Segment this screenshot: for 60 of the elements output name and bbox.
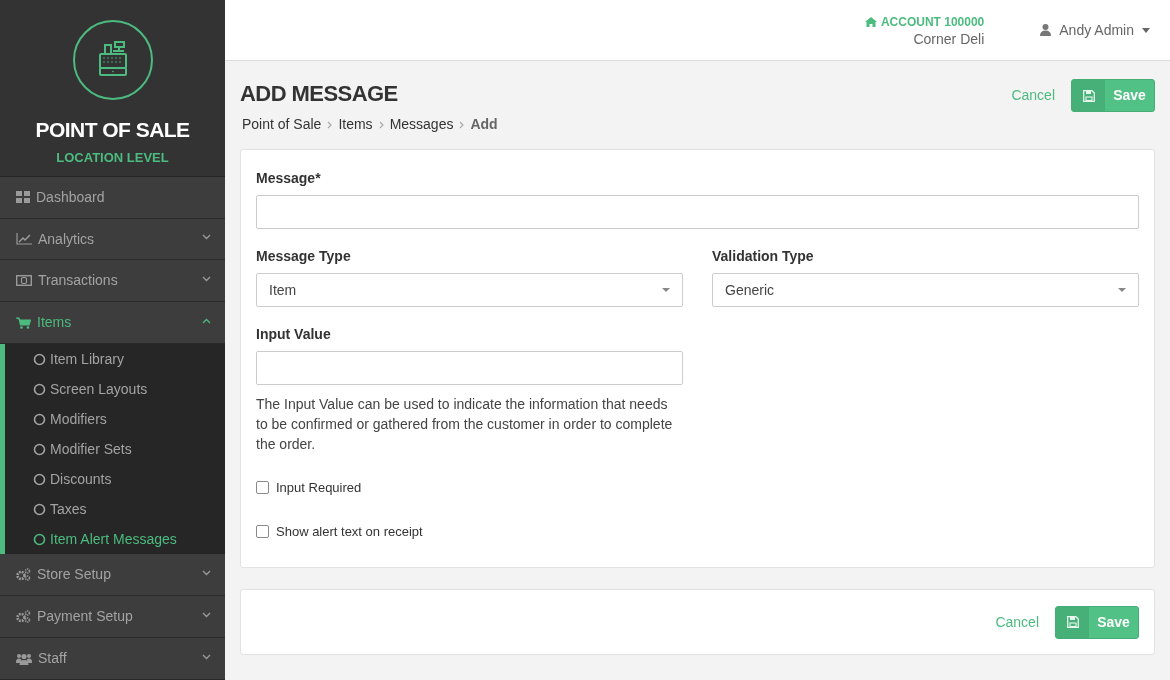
user-icon (1040, 24, 1052, 36)
users-icon (16, 652, 32, 665)
circle-icon (33, 502, 46, 516)
grid-icon (16, 191, 30, 204)
breadcrumb-item: Add (470, 115, 498, 134)
submenu-item[interactable]: Screen Layouts (5, 374, 225, 405)
input-value-field[interactable] (256, 351, 683, 385)
validation-type-select[interactable]: Generic (712, 273, 1139, 307)
submenu-item[interactable]: Modifiers (5, 404, 225, 435)
circle-icon (33, 412, 46, 426)
sidebar-item[interactable]: Dashboard (0, 176, 225, 219)
field-label: Input Value (256, 325, 332, 344)
submenu-item[interactable]: Item Library (5, 344, 225, 375)
line-chart-icon (16, 233, 32, 245)
cart-icon (16, 316, 31, 329)
submenu-item[interactable]: Modifier Sets (5, 434, 225, 465)
message-type-select[interactable]: Item (256, 273, 683, 307)
account-number: ACCOUNT 100000 (880, 14, 985, 31)
field-label: Message Type (256, 247, 352, 266)
checkbox[interactable] (256, 524, 269, 538)
sidebar-item[interactable]: Transactions (0, 260, 225, 303)
breadcrumb-item[interactable]: Messages (389, 114, 454, 135)
app-title: POINT OF SALE (35, 117, 190, 143)
sidebar-item[interactable]: Staff (0, 638, 225, 680)
circle-icon (33, 382, 46, 396)
sidebar-item[interactable]: Items (0, 302, 225, 345)
field-label: Message* (256, 169, 322, 188)
app-subtitle: LOCATION LEVEL (56, 148, 169, 167)
circle-icon (33, 472, 46, 486)
message-input[interactable] (256, 195, 1139, 229)
circle-icon (33, 532, 46, 546)
caret-icon (662, 288, 670, 292)
store-name: Corner Deli (913, 31, 985, 47)
banknote-icon (16, 275, 32, 287)
cash-register-icon (72, 20, 153, 100)
caret-icon (1118, 288, 1126, 292)
breadcrumb-item[interactable]: Items (338, 114, 373, 135)
submenu-item[interactable]: Item Alert Messages (5, 524, 225, 555)
page-title: ADD MESSAGE (240, 80, 399, 108)
caret-icon (1142, 27, 1150, 33)
chevron-right-icon (378, 120, 384, 129)
circle-icon (33, 442, 46, 456)
user-menu[interactable]: Andy Admin (1040, 19, 1150, 41)
breadcrumb-item[interactable]: Point of Sale (242, 114, 322, 135)
checkbox[interactable] (256, 481, 269, 495)
circle-icon (33, 352, 46, 366)
submenu-item[interactable]: Taxes (5, 494, 225, 525)
help-text: The Input Value can be used to indicate the information that needs to be confirmed or gathered from the customer in order to complete the order. (256, 395, 674, 454)
submenu-item[interactable]: Discounts (5, 464, 225, 495)
gears-icon (16, 568, 31, 582)
checkbox-label: Show alert text on receipt (276, 522, 423, 541)
chevron-right-icon (459, 120, 465, 129)
gears-icon (16, 610, 31, 624)
sidebar-item[interactable]: Store Setup (0, 554, 225, 597)
field-label: Validation Type (712, 247, 815, 266)
home-icon (864, 17, 877, 27)
checkbox-label: Input Required (276, 479, 362, 497)
sidebar-item[interactable]: Payment Setup (0, 596, 225, 639)
chevron-right-icon (327, 120, 333, 129)
sidebar-item[interactable]: Analytics (0, 218, 225, 261)
